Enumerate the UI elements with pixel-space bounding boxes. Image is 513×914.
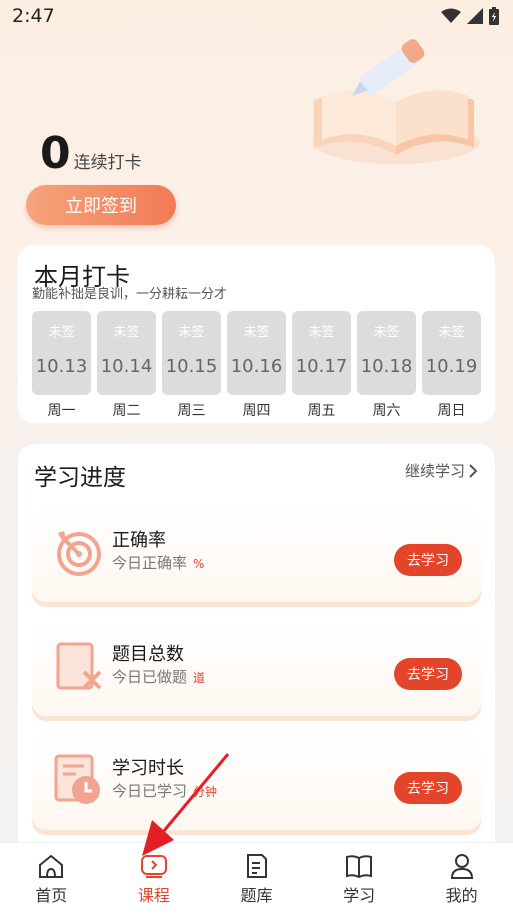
checkin-status: 未签 [48,325,75,340]
tab-label: 我的 [445,886,478,905]
checkin-day[interactable]: 未签 10.15 周三 [162,311,221,420]
progress-item-subtitle-text: 今日已做题 [112,668,188,686]
checkin-date: 10.14 [100,356,153,377]
monthly-checkin-subtitle: 勤能补拙是良训，一分耕耘一分才 [32,287,228,302]
status-time: 2:47 [12,5,55,27]
continue-learning-label: 继续学习 [404,462,465,480]
clock-document-icon [54,754,100,804]
checkin-day[interactable]: 未签 10.14 周二 [97,311,156,420]
continue-learning-link[interactable]: 继续学习 [405,460,479,481]
checkin-day-box: 未签 10.14 [97,311,156,395]
progress-item-subtitle: 今日已学习 分钟 [112,780,217,801]
book-pencil-illustration [312,39,480,164]
checkin-date: 10.13 [35,356,88,377]
checkin-status: 未签 [308,325,335,340]
book-icon [346,855,373,879]
progress-item-subtitle: 今日正确率 % [112,552,204,573]
document-icon [247,854,268,878]
progress-item-title: 学习时长 [112,758,184,779]
progress-item-subtitle: 今日已做题 道 [112,666,205,687]
streak-number: 0 [40,128,71,179]
go-study-button[interactable]: 去学习 [394,772,462,804]
battery-icon [489,7,499,25]
checkin-weekday: 周一 [47,403,76,419]
chevron-right-icon [469,463,478,478]
learning-progress-title: 学习进度 [34,465,126,491]
checkin-status: 未签 [373,325,400,340]
question-sheet-icon [56,642,102,690]
checkin-day-box: 未签 10.18 [357,311,416,395]
bottom-tab-bar: 首页 课程 题库 学习 我的 [0,842,513,914]
checkin-status: 未签 [243,325,270,340]
checkin-weekday: 周日 [437,403,466,419]
signal-icon [467,8,483,24]
signin-button[interactable]: 立即签到 [26,185,176,225]
progress-item-unit: 分钟 [193,785,218,799]
tab-label: 首页 [35,886,68,905]
progress-item-subtitle-text: 今日已学习 [112,782,188,800]
tab-label: 课程 [137,886,170,905]
checkin-weekday: 周四 [242,403,271,419]
monthly-checkin-card: 本月打卡 勤能补拙是良训，一分耕耘一分才 未签 10.13 周一 未签 10.1… [18,245,495,423]
checkin-weekday: 周二 [112,403,141,419]
checkin-day[interactable]: 未签 10.16 周四 [227,311,286,420]
progress-item-title: 题目总数 [112,644,184,665]
checkin-days: 未签 10.13 周一 未签 10.14 周二 未签 10.15 周三 未签 1… [32,311,481,420]
streak-counter: 0 连续打卡 [40,132,142,176]
course-play-icon [140,855,167,878]
target-icon [57,531,101,576]
checkin-date: 10.16 [230,356,283,377]
go-study-button[interactable]: 去学习 [394,658,462,690]
checkin-date: 10.19 [425,356,478,377]
tab-label: 题库 [240,886,273,905]
status-icons [441,7,499,25]
checkin-day[interactable]: 未签 10.17 周五 [292,311,351,420]
checkin-date: 10.15 [165,356,218,377]
progress-item-subtitle-text: 今日正确率 [112,554,188,572]
progress-item-unit: % [193,557,205,571]
tab-profile[interactable]: 我的 [410,843,513,914]
checkin-status: 未签 [178,325,205,340]
progress-item-title: 正确率 [112,530,166,551]
tab-home[interactable]: 首页 [0,843,103,914]
checkin-status: 未签 [438,325,465,340]
learning-progress-card: 学习进度 继续学习 正确率 今日正确率 % 去学习 题目总数 今日已做题 道 去… [18,444,495,864]
wifi-icon [441,8,461,23]
tab-label: 学习 [343,886,376,905]
checkin-day-box: 未签 10.15 [162,311,221,395]
status-bar: 2:47 [0,0,513,34]
tab-course[interactable]: 课程 [103,843,206,914]
person-icon [450,854,473,879]
checkin-date: 10.18 [360,356,413,377]
progress-item-question-count: 题目总数 今日已做题 道 去学习 [32,620,481,716]
go-study-button[interactable]: 去学习 [394,544,462,576]
tab-question-bank[interactable]: 题库 [205,843,308,914]
progress-item-accuracy: 正确率 今日正确率 % 去学习 [32,506,481,602]
checkin-date: 10.17 [295,356,348,377]
streak-label: 连续打卡 [73,153,142,173]
checkin-weekday: 周五 [307,403,336,419]
progress-item-unit: 道 [193,671,206,685]
checkin-day[interactable]: 未签 10.19 周日 [422,311,481,420]
checkin-day[interactable]: 未签 10.18 周六 [357,311,416,420]
checkin-status: 未签 [113,325,140,340]
checkin-weekday: 周三 [177,403,206,419]
tab-study[interactable]: 学习 [308,843,411,914]
checkin-weekday: 周六 [372,403,401,419]
checkin-day-box: 未签 10.17 [292,311,351,395]
checkin-day-box: 未签 10.13 [32,311,91,395]
checkin-day-box: 未签 10.16 [227,311,286,395]
progress-item-study-time: 学习时长 今日已学习 分钟 去学习 [32,734,481,830]
checkin-day-box: 未签 10.19 [422,311,481,395]
home-icon [39,854,64,878]
checkin-day[interactable]: 未签 10.13 周一 [32,311,91,420]
